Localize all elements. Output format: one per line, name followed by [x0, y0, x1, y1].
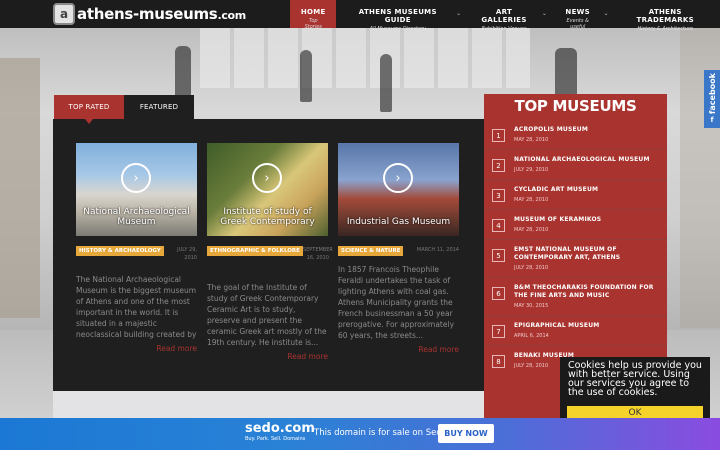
article-excerpt: The National Archaeological Museum is th…: [76, 275, 197, 339]
facebook-tab[interactable]: facebook f: [704, 70, 720, 128]
article-thumbnail[interactable]: › Industrial Gas Museum: [338, 143, 459, 236]
article-meta: HISTORY & ARCHAEOLOGY JULY 29, 2010: [76, 246, 197, 270]
thumbnail-title: Industrial Gas Museum: [346, 217, 451, 227]
article-date: SEPTEMBER 16, 2010: [302, 247, 333, 261]
museum-date: JULY 28, 2010: [514, 265, 549, 271]
rank-number: 1: [492, 129, 505, 142]
sidebar-item[interactable]: 7 EPIGRAPHICAL MUSEUM APRIL 6, 2014: [484, 316, 667, 346]
article-meta: SCIENCE & NATURE MARCH 11, 2014: [338, 246, 459, 260]
museum-date: JULY 29, 2010: [514, 167, 549, 173]
thumbnail-title: Institute of study of Greek Contemporary: [220, 207, 315, 227]
article-date: JULY 29, 2010: [177, 247, 197, 261]
tab-top-rated[interactable]: TOP RATED: [54, 95, 124, 124]
sidebar-item[interactable]: 5 EMST NATIONAL MUSEUM OF CONTEMPORARY A…: [484, 240, 667, 278]
read-more-link[interactable]: Read more: [207, 352, 328, 361]
chevron-down-icon: ⌄: [456, 10, 462, 17]
sidebar-title: TOP MUSEUMS: [514, 97, 637, 115]
column-left: [0, 58, 40, 318]
sidebar-item[interactable]: 4 MUSEUM OF KERAMIKOS MAY 28, 2010: [484, 210, 667, 240]
rank-number: 6: [492, 287, 505, 300]
category-badge[interactable]: ETHNOGRAPHIC & FOLKLORE: [207, 246, 303, 256]
top-navbar: a athens-museums.com HOME Top Stories AT…: [0, 0, 720, 32]
visitor: [300, 50, 312, 102]
nav-athens-museums-guide[interactable]: ATHENS MUSEUMS GUIDE All Museums Directo…: [336, 0, 463, 32]
main-nav: HOME Top Stories ATHENS MUSEUMS GUIDE Al…: [290, 0, 720, 32]
museum-title[interactable]: EMST NATIONAL MUSEUM OF CONTEMPORARY ART…: [514, 246, 661, 262]
museum-title[interactable]: MUSEUM OF KERAMIKOS: [514, 216, 661, 224]
article-excerpt: In 1857 Francois Theophile Feraldi under…: [338, 265, 455, 340]
facebook-label: facebook: [707, 73, 717, 115]
cookie-text: Cookies help us provide you with better …: [568, 360, 702, 398]
nav-news[interactable]: NEWS Events & useful ⌄: [549, 0, 611, 30]
sedo-banner: sedo.com Buy. Park. Sell. Domains This d…: [0, 418, 720, 450]
nav-home[interactable]: HOME Top Stories: [290, 0, 337, 30]
article-card: › National Archaeological Museum HISTORY…: [76, 143, 197, 353]
sedo-tagline: Buy. Park. Sell. Domains: [245, 436, 306, 442]
article-meta: ETHNOGRAPHIC & FOLKLORE SEPTEMBER 16, 20…: [207, 246, 333, 278]
rank-number: 3: [492, 189, 505, 202]
rank-number: 2: [492, 159, 505, 172]
article-date: MARCH 11, 2014: [416, 247, 459, 253]
nav-athens-trademarks[interactable]: ATHENS TRADEMARKS History & Architecture: [611, 0, 720, 32]
chevron-right-icon[interactable]: ›: [383, 163, 413, 193]
sidebar-item[interactable]: 3 CYCLADIC ART MUSEUM MAY 28, 2010: [484, 180, 667, 210]
sidebar-item[interactable]: 1 ACROPOLIS MUSEUM MAY 28, 2010: [484, 120, 667, 150]
category-badge[interactable]: SCIENCE & NATURE: [338, 246, 404, 256]
article-excerpt: The goal of the Institute of study of Gr…: [207, 283, 327, 347]
nav-art-galleries[interactable]: ART GALLERIES Exhibition Venues ⌄: [463, 0, 549, 32]
content-panel: › National Archaeological Museum HISTORY…: [53, 119, 484, 391]
museum-title[interactable]: NATIONAL ARCHAEOLOGICAL MUSEUM: [514, 156, 661, 164]
sedo-logo[interactable]: sedo.com Buy. Park. Sell. Domains: [245, 422, 315, 442]
chevron-right-icon[interactable]: ›: [121, 163, 151, 193]
museum-date: MAY 28, 2010: [514, 197, 549, 203]
logo-badge-icon: a: [53, 3, 75, 25]
read-more-link[interactable]: Read more: [76, 344, 197, 353]
article-card: › Industrial Gas Museum SCIENCE & NATURE…: [338, 143, 459, 354]
sedo-name: sedo.com: [245, 421, 315, 436]
category-badge[interactable]: HISTORY & ARCHAEOLOGY: [76, 246, 164, 256]
rank-number: 8: [492, 355, 505, 368]
buy-now-button[interactable]: BUY NOW: [438, 424, 494, 443]
museum-title[interactable]: ACROPOLIS MUSEUM: [514, 126, 661, 134]
rank-number: 5: [492, 249, 505, 262]
rank-number: 4: [492, 219, 505, 232]
read-more-link[interactable]: Read more: [338, 345, 459, 354]
chevron-down-icon: ⌄: [541, 10, 547, 17]
article-thumbnail[interactable]: › Institute of study of Greek Contempora…: [207, 143, 328, 236]
content-tabs: TOP RATED FEATURED: [54, 95, 194, 124]
facebook-icon: f: [710, 116, 714, 125]
chevron-down-icon: ⌄: [603, 10, 609, 17]
sidebar-item[interactable]: 6 B&M THEOCHARAKIS FOUNDATION FOR THE FI…: [484, 278, 667, 316]
logo-text: athens-museums.com: [77, 5, 246, 23]
tab-featured[interactable]: FEATURED: [124, 95, 194, 119]
site-logo[interactable]: a athens-museums.com: [53, 2, 246, 26]
chevron-right-icon[interactable]: ›: [252, 163, 282, 193]
museum-title[interactable]: EPIGRAPHICAL MUSEUM: [514, 322, 661, 330]
ceiling-lights: [200, 28, 530, 88]
sedo-message: This domain is for sale on Sedo: [314, 428, 447, 438]
sidebar-item[interactable]: 2 NATIONAL ARCHAEOLOGICAL MUSEUM JULY 29…: [484, 150, 667, 180]
museum-title[interactable]: B&M THEOCHARAKIS FOUNDATION FOR THE FINE…: [514, 284, 661, 300]
museum-date: MAY 28, 2010: [514, 137, 549, 143]
thumbnail-title: National Archaeological Museum: [83, 207, 190, 227]
museum-title[interactable]: CYCLADIC ART MUSEUM: [514, 186, 661, 194]
article-thumbnail[interactable]: › National Archaeological Museum: [76, 143, 197, 236]
museum-date: MAY 28, 2010: [514, 227, 549, 233]
rank-number: 7: [492, 325, 505, 338]
cookie-notice: Cookies help us provide you with better …: [560, 357, 710, 423]
visitor: [380, 54, 392, 112]
article-card: › Institute of study of Greek Contempora…: [207, 143, 333, 361]
museum-date: APRIL 6, 2014: [514, 333, 549, 339]
museum-date: MAY 30, 2015: [514, 303, 549, 309]
